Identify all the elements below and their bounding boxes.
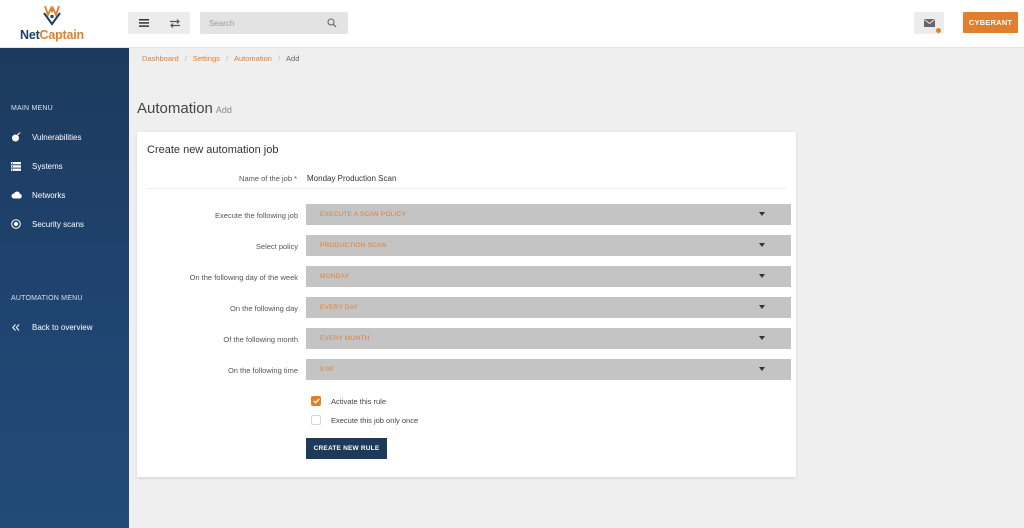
select-policy-select[interactable]: PRODUCTION SCAN (306, 235, 791, 256)
sidebar-item-back-to-overview[interactable]: Back to overview (10, 319, 122, 335)
select-value: MONDAY (320, 273, 350, 280)
breadcrumb-separator: / (225, 54, 228, 63)
breadcrumb-separator: / (277, 54, 281, 63)
execute-once-checkbox[interactable] (311, 415, 321, 425)
job-name-label: Name of the job * (239, 174, 297, 183)
swap-button[interactable] (159, 12, 190, 34)
breadcrumb-separator: / (184, 54, 187, 63)
target-icon (10, 218, 22, 230)
mail-button[interactable] (914, 12, 944, 34)
search-icon[interactable] (327, 18, 337, 28)
breadcrumb: Dashboard / Settings / Automation / Add (142, 54, 299, 63)
checkmark-icon (312, 398, 320, 404)
main-menu-title: MAIN MENU (11, 105, 53, 112)
cloud-icon (10, 189, 22, 201)
time-select[interactable]: 9:00 (306, 359, 791, 380)
sidebar-item-label: Networks (32, 190, 66, 200)
month-label: Of the following month (223, 335, 298, 344)
sidebar-item-networks[interactable]: Networks (10, 187, 122, 203)
chevron-down-icon (759, 367, 765, 371)
breadcrumb-automation[interactable]: Automation (234, 54, 272, 63)
day-of-week-select[interactable]: MONDAY (306, 266, 791, 287)
select-value: EVERY MONTH (320, 335, 370, 342)
menu-toggle-button[interactable] (128, 12, 159, 34)
job-name-field[interactable]: Monday Production Scan (307, 174, 396, 183)
month-select[interactable]: EVERY MONTH (306, 328, 791, 349)
card-title: Create new automation job (147, 144, 279, 156)
notification-dot (936, 28, 941, 33)
top-bar: NetCaptain CYBERANT (0, 0, 1024, 48)
chevron-down-icon (759, 305, 765, 309)
sidebar-item-security-scans[interactable]: Security scans (10, 216, 122, 232)
menu-icon (138, 19, 149, 27)
sidebar-item-systems[interactable]: Systems (10, 158, 122, 174)
search-bar (200, 12, 348, 34)
execute-once-label: Execute this job only once (331, 415, 419, 425)
sidebar-item-label: Systems (32, 161, 63, 171)
create-new-rule-button[interactable]: CREATE NEW RULE (306, 438, 387, 459)
activate-rule-checkbox[interactable] (311, 396, 321, 406)
day-select[interactable]: EVERY DAY (306, 297, 791, 318)
day-of-week-label: On the following day of the week (189, 273, 298, 282)
execute-once-row: Execute this job only once (311, 414, 418, 426)
activate-rule-label: Activate this rule (331, 396, 387, 406)
chevron-down-icon (759, 274, 765, 278)
sidebar-item-label: Back to overview (32, 322, 93, 332)
activate-rule-row: Activate this rule (311, 395, 386, 407)
swap-icon (169, 18, 180, 28)
page-title: Automation Add (137, 100, 232, 117)
select-policy-label: Select policy (255, 242, 298, 251)
sidebar-item-label: Vulnerabilities (32, 132, 82, 142)
logo[interactable]: NetCaptain (16, 2, 88, 46)
sidebar: MAIN MENU Vulnerabilities Systems Networ… (0, 48, 129, 528)
chevron-down-icon (759, 336, 765, 340)
logo-text: NetCaptain (20, 28, 84, 42)
page-title-text: Automation (137, 100, 213, 117)
breadcrumb-current: Add (286, 54, 300, 63)
day-label: On the following day (230, 304, 298, 313)
select-value: 9:00 (320, 366, 334, 373)
server-icon (10, 160, 22, 172)
select-value: EXECUTE A SCAN POLICY (320, 211, 406, 218)
automation-menu-title: AUTOMATION MENU (11, 295, 83, 302)
select-value: PRODUCTION SCAN (320, 242, 387, 249)
time-label: On the following time (227, 366, 298, 375)
breadcrumb-settings[interactable]: Settings (193, 54, 220, 63)
bomb-icon (10, 131, 22, 143)
select-value: EVERY DAY (320, 304, 359, 311)
sidebar-item-label: Security scans (32, 219, 85, 229)
breadcrumb-dashboard[interactable]: Dashboard (142, 54, 179, 63)
chevron-down-icon (759, 243, 765, 247)
search-input[interactable] (200, 12, 320, 34)
sidebar-item-vulnerabilities[interactable]: Vulnerabilities (10, 129, 122, 145)
mail-icon (923, 19, 935, 27)
automation-form-card: Create new automation job Name of the jo… (137, 132, 796, 477)
user-account-button[interactable]: CYBERANT (963, 12, 1018, 33)
chevron-down-icon (759, 212, 765, 216)
double-chevron-left-icon (10, 321, 22, 333)
toolbar-group (128, 12, 190, 34)
execute-job-select[interactable]: EXECUTE A SCAN POLICY (306, 204, 791, 225)
execute-job-label: Execute the following job (215, 211, 298, 220)
logo-icon (43, 5, 61, 26)
page-subtitle: Add (215, 105, 232, 115)
divider (147, 188, 787, 189)
